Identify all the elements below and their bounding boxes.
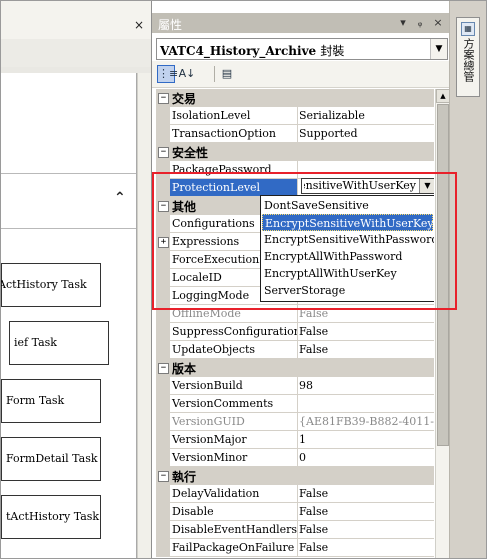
side-tab-label: 方案總管 (462, 38, 475, 82)
property-row[interactable]: VersionBuild 98 (156, 377, 434, 395)
properties-toolbar: ⋮≡ A↓ ▤ (152, 61, 450, 88)
task-label: FormDetail Task (6, 452, 98, 465)
category-transaction[interactable]: − 交易 (156, 89, 434, 107)
screenshot-frame: × ⌃ ActHistory Task ief Task Form Task F… (0, 0, 487, 559)
properties-titlebar: 屬性 ▾ ᵩ × (152, 13, 450, 33)
dropdown-icon[interactable]: ▾ (396, 15, 410, 30)
task-label: tActHistory Task (6, 510, 100, 523)
category-label: 版本 (172, 362, 197, 376)
property-name: VersionComments (170, 395, 298, 413)
property-name: FailPackageOnFailure (170, 539, 298, 557)
container-header[interactable]: ⌃ (1, 173, 136, 229)
object-selector[interactable]: VATC4_History_Archive 封裝 ▼ (156, 38, 448, 60)
property-name: SuppressConfigurationWarnings (170, 323, 298, 341)
designer-pane: × ⌃ ActHistory Task ief Task Form Task F… (1, 1, 152, 558)
property-row[interactable]: VersionMajor 1 (156, 431, 434, 449)
property-row[interactable]: VersionMinor 0 (156, 449, 434, 467)
property-name: UpdateObjects (170, 341, 298, 359)
property-row[interactable]: SuppressConfigurationWarningsFalse (156, 323, 434, 341)
property-value[interactable]: False (297, 521, 434, 539)
property-row[interactable]: VersionComments (156, 395, 434, 413)
property-name: DelayValidation (170, 485, 298, 503)
alphabetical-icon[interactable]: A↓ (178, 65, 196, 83)
property-grid: − 交易 IsolationLevel Serializable Transact… (156, 89, 434, 558)
property-value[interactable]: False (297, 485, 434, 503)
category-security[interactable]: − 安全性 (156, 143, 434, 161)
property-name: VersionGUID (170, 413, 298, 431)
designer-tabbar: × (1, 1, 151, 40)
property-value[interactable]: {AE81FB39-B882-4011-8BE (297, 413, 434, 431)
property-value[interactable]: False (297, 341, 434, 359)
category-label: 交易 (172, 92, 197, 106)
task-box[interactable]: ief Task (9, 321, 109, 365)
object-type: 封裝 (320, 44, 345, 58)
task-label: ief Task (14, 336, 57, 349)
property-name: VersionMinor (170, 449, 298, 467)
property-row[interactable]: Disable False (156, 503, 434, 521)
property-value[interactable]: False (297, 539, 434, 557)
property-value[interactable]: False (297, 503, 434, 521)
collapse-icon[interactable]: − (158, 363, 169, 374)
property-row[interactable]: VersionGUID{AE81FB39-B882-4011-8BE (156, 413, 434, 431)
property-value[interactable]: 1 (297, 431, 434, 449)
property-value[interactable]: Serializable (297, 107, 434, 125)
pin-icon[interactable]: ᵩ (413, 15, 427, 30)
property-value[interactable]: Supported (297, 125, 434, 143)
properties-title: 屬性 (158, 18, 183, 32)
property-name: IsolationLevel (170, 107, 298, 125)
category-label: 安全性 (172, 146, 209, 160)
chevron-down-icon[interactable]: ▼ (430, 39, 447, 59)
close-icon[interactable]: × (132, 18, 146, 32)
chevron-up-icon[interactable]: ⌃ (114, 190, 126, 206)
collapse-icon[interactable]: − (158, 147, 169, 158)
property-name: TransactionOption (170, 125, 298, 143)
task-label: ActHistory Task (0, 278, 87, 291)
highlight-annotation (152, 172, 457, 310)
property-grid-scrollbar[interactable]: ▲ (435, 89, 450, 558)
close-icon[interactable]: × (431, 15, 445, 30)
task-label: Form Task (6, 394, 65, 407)
designer-toolstrip (1, 39, 151, 68)
property-row[interactable]: IsolationLevel Serializable (156, 107, 434, 125)
property-row[interactable]: FailPackageOnFailure False (156, 539, 434, 557)
task-box[interactable]: FormDetail Task (1, 437, 101, 481)
category-version[interactable]: − 版本 (156, 359, 434, 377)
collapse-icon[interactable]: − (158, 93, 169, 104)
collapse-icon[interactable]: − (158, 471, 169, 482)
property-value[interactable]: False (297, 323, 434, 341)
object-selector-value: VATC4_History_Archive 封裝 (160, 42, 344, 59)
property-row[interactable]: DisableEventHandlers False (156, 521, 434, 539)
solution-explorer-tab[interactable]: ▦ 方案總管 (456, 17, 480, 97)
property-name: DisableEventHandlers (170, 521, 298, 539)
property-value[interactable] (297, 395, 434, 413)
toolbar-separator (214, 66, 215, 82)
property-row[interactable]: UpdateObjects False (156, 341, 434, 359)
category-execution[interactable]: − 執行 (156, 467, 434, 485)
scroll-up-icon[interactable]: ▲ (436, 89, 450, 103)
designer-scrollbar[interactable] (137, 73, 152, 558)
property-pages-icon[interactable]: ▤ (218, 65, 236, 83)
object-name: VATC4_History_Archive (160, 44, 317, 58)
categorized-icon[interactable]: ⋮≡ (157, 65, 178, 83)
property-row[interactable]: TransactionOption Supported (156, 125, 434, 143)
solution-explorer-icon: ▦ (461, 22, 475, 36)
property-name: VersionBuild (170, 377, 298, 395)
property-name: Disable (170, 503, 298, 521)
category-label: 執行 (172, 470, 197, 484)
designer-canvas[interactable]: ⌃ ActHistory Task ief Task Form Task For… (1, 73, 137, 558)
task-box[interactable]: Form Task (1, 379, 101, 423)
property-row[interactable]: DelayValidation False (156, 485, 434, 503)
task-box[interactable]: ActHistory Task (1, 263, 101, 307)
task-box[interactable]: tActHistory Task (1, 495, 101, 539)
property-name: VersionMajor (170, 431, 298, 449)
property-value[interactable]: 0 (297, 449, 434, 467)
property-value[interactable]: 98 (297, 377, 434, 395)
